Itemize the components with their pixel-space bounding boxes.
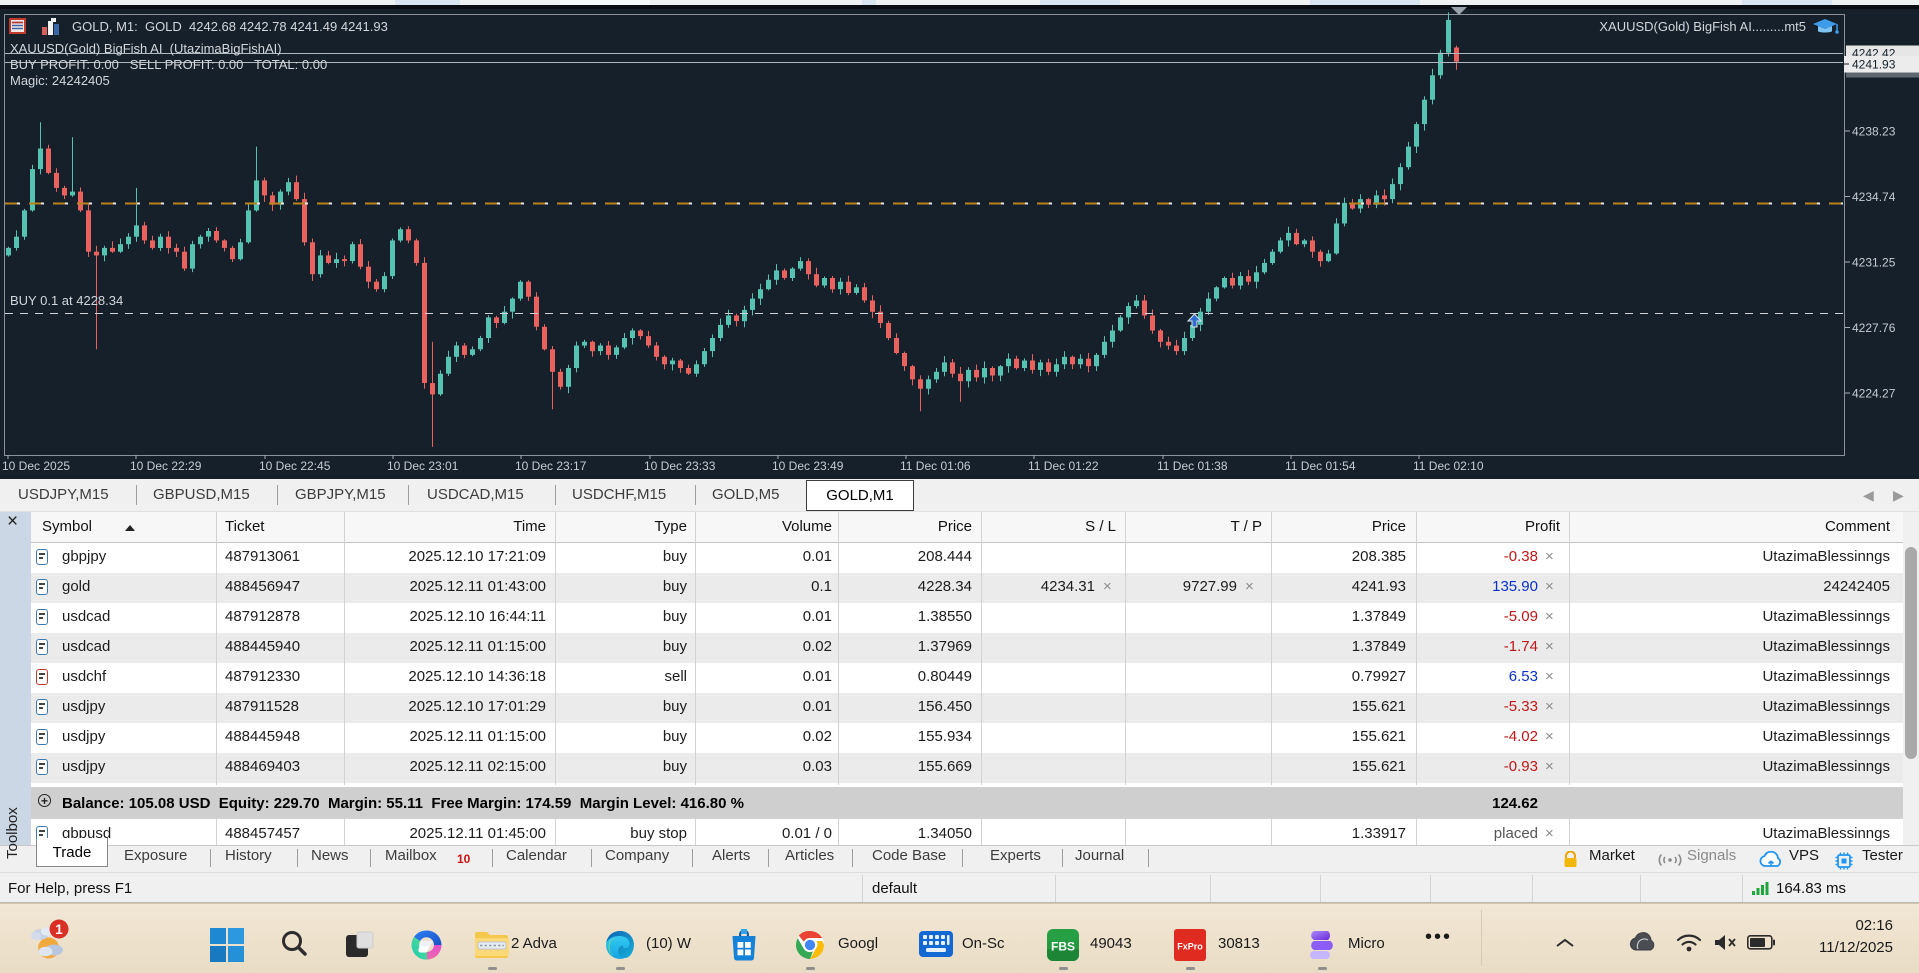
svg-text:11 Dec 02:10: 11 Dec 02:10 — [1413, 459, 1484, 473]
svg-text:11 Dec 01:54: 11 Dec 01:54 — [1285, 459, 1356, 473]
svg-text:4241.93: 4241.93 — [1852, 58, 1896, 72]
svg-text:11 Dec 01:22: 11 Dec 01:22 — [1028, 459, 1099, 473]
svg-text:XAUUSD(Gold) BigFish AI.......: XAUUSD(Gold) BigFish AI.........mt5 — [1599, 19, 1806, 34]
svg-text:4227.76: 4227.76 — [1852, 321, 1896, 335]
svg-text:4224.27: 4224.27 — [1852, 387, 1896, 401]
svg-text:4234.74: 4234.74 — [1852, 190, 1896, 204]
svg-text:4238.23: 4238.23 — [1852, 125, 1896, 139]
svg-text:Magic: 24242405: Magic: 24242405 — [10, 73, 110, 88]
svg-text:FBS: FBS — [1051, 940, 1075, 954]
svg-text:10 Dec 2025: 10 Dec 2025 — [2, 459, 70, 473]
svg-text:11 Dec 01:06: 11 Dec 01:06 — [900, 459, 971, 473]
svg-text:11 Dec 01:38: 11 Dec 01:38 — [1157, 459, 1228, 473]
svg-text:FxPro: FxPro — [1177, 942, 1203, 952]
svg-text:10 Dec 22:29: 10 Dec 22:29 — [130, 459, 202, 473]
svg-text:BUY PROFIT: 0.00 SELL PROFIT: BUY PROFIT: 0.00 SELL PROFIT: 0.00 TOTAL… — [10, 57, 327, 72]
svg-text:BUY 0.1 at 4228.34: BUY 0.1 at 4228.34 — [10, 293, 123, 308]
svg-text:XAUUSD(Gold) BigFish AI (Utaz: XAUUSD(Gold) BigFish AI (UtazimaBigFishA… — [10, 41, 282, 56]
svg-text:10 Dec 22:45: 10 Dec 22:45 — [259, 459, 331, 473]
svg-text:1: 1 — [55, 922, 63, 937]
svg-text:10 Dec 23:33: 10 Dec 23:33 — [644, 459, 716, 473]
svg-text:10 Dec 23:49: 10 Dec 23:49 — [772, 459, 844, 473]
svg-text:10 Dec 23:17: 10 Dec 23:17 — [515, 459, 587, 473]
svg-text:4231.25: 4231.25 — [1852, 256, 1896, 270]
svg-text:10 Dec 23:01: 10 Dec 23:01 — [387, 459, 459, 473]
svg-text:GOLD, M1: GOLD 4242.68 4242.: GOLD, M1: GOLD 4242.68 4242.78 4241.49 4… — [72, 19, 388, 34]
